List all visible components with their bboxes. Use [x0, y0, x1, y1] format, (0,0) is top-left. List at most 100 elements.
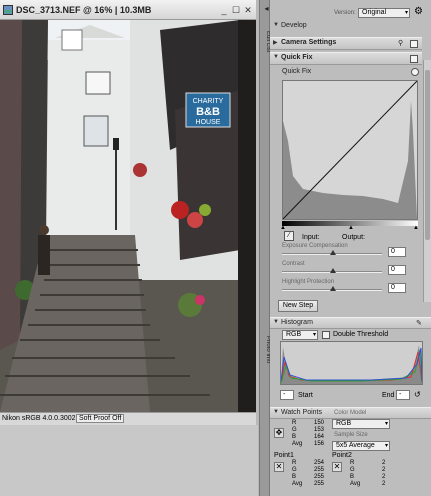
histogram-channel-value: RGB	[286, 331, 302, 338]
image-window-titlebar[interactable]: DSC_3713.NEF @ 16% | 10.3MB _ ☐ ✕	[0, 0, 256, 20]
exposure-knob[interactable]	[330, 250, 336, 255]
tone-curve-svg	[282, 80, 418, 220]
letter-b: B	[292, 474, 297, 480]
letter-r: R	[292, 420, 297, 426]
exposure-slider[interactable]	[282, 250, 382, 255]
quick-fix-label: Quick Fix	[281, 54, 313, 61]
sample-size-label: Sample Size	[334, 432, 368, 438]
settings-gear-icon[interactable]: ⚙	[414, 6, 423, 17]
workspace-background	[0, 425, 258, 496]
sign-line-1: CHARITY	[193, 98, 224, 105]
histogram-options-icon[interactable]: ✎	[416, 319, 422, 327]
p1-r-value: 254	[314, 460, 325, 466]
rgb-readout-letters: R G B Avg	[292, 420, 302, 448]
p1-g-value: 255	[314, 467, 325, 473]
camera-settings-header[interactable]: ▶ Camera Settings ⚲	[270, 37, 422, 50]
point1-label: Point1	[274, 452, 294, 459]
quick-fix-sub-label: Quick Fix	[282, 68, 312, 75]
histogram-label: Histogram	[281, 319, 313, 326]
version-dropdown[interactable]: Original ▾	[358, 8, 410, 18]
highlight-knob[interactable]	[330, 286, 336, 291]
highlight-slider[interactable]	[282, 286, 382, 291]
sample-size-dropdown[interactable]: 5x5 Average ▾	[332, 441, 390, 451]
histogram-end-field[interactable]: -	[396, 390, 410, 400]
p1-b-value: 255	[314, 474, 325, 480]
contrast-slider[interactable]	[282, 268, 382, 273]
p2-g-value: 2	[382, 467, 386, 473]
letter-r: R	[292, 460, 297, 466]
image-window-title: DSC_3713.NEF @ 16% | 10.3MB	[16, 5, 152, 15]
p2-b-value: 2	[382, 474, 386, 480]
rgb-g-value: 153	[314, 427, 325, 433]
exposure-field[interactable]: 0	[388, 247, 406, 257]
histogram-start-field[interactable]: -	[280, 390, 294, 400]
camera-settings-label: Camera Settings	[281, 39, 337, 46]
contrast-label: Contrast	[282, 261, 305, 267]
color-profile-text: Nikon sRGB 4.0.0.3002	[2, 415, 76, 422]
palette-tab-strip: ◂ Edit List Photo Info	[259, 0, 271, 496]
letter-g: G	[292, 427, 297, 433]
expand-triangle-icon: ▶	[273, 40, 278, 46]
develop-header[interactable]: ▼ Develop	[270, 21, 422, 32]
end-label: End	[382, 392, 395, 399]
sign-line-2: B&B	[196, 106, 220, 118]
rgb-b-value: 164	[314, 434, 325, 440]
watch-points-label: Watch Points	[281, 409, 322, 416]
exposure-label: Exposure Compensation	[282, 243, 348, 249]
point1-values: 254 255 255 255	[314, 460, 324, 488]
reset-icon[interactable]: ↺	[414, 390, 421, 399]
histogram-channel-dropdown[interactable]: RGB ▾	[282, 330, 318, 340]
contrast-knob[interactable]	[330, 268, 336, 273]
quick-fix-checkbox[interactable]	[410, 55, 418, 63]
output-label: Output:	[342, 234, 365, 241]
white-point-slider-icon[interactable]: ▲	[413, 225, 419, 231]
tone-curve-graph[interactable]	[282, 80, 418, 220]
histogram-header[interactable]: ▼ Histogram ✎	[270, 317, 431, 329]
develop-scrollbar[interactable]	[423, 60, 431, 302]
collapse-triangle-icon: ▼	[273, 319, 279, 325]
soft-proof-dropdown[interactable]: Soft Proof Off	[76, 414, 125, 423]
quick-fix-header[interactable]: ▼ Quick Fix	[270, 52, 422, 65]
collapse-triangle-icon: ▼	[273, 54, 279, 60]
point2-letters: R G B Avg	[350, 460, 360, 488]
input-label: Input:	[302, 234, 320, 241]
new-step-button[interactable]: New Step	[278, 300, 318, 312]
letter-g: G	[350, 467, 355, 473]
quick-fix-radio[interactable]	[411, 68, 419, 76]
close-button[interactable]: ✕	[243, 5, 253, 15]
letter-avg: Avg	[292, 441, 303, 447]
histogram-graph[interactable]	[280, 341, 423, 385]
camera-settings-checkbox[interactable]	[410, 40, 418, 48]
chevron-down-icon: ▾	[384, 443, 388, 449]
collapse-triangle-icon: ▼	[273, 22, 279, 28]
maximize-button[interactable]: ☐	[231, 5, 241, 15]
minimize-button[interactable]: _	[219, 5, 229, 15]
version-value: Original	[362, 9, 387, 16]
remove-point1-icon[interactable]: ✕	[274, 462, 284, 472]
collapse-triangle-icon: ▼	[273, 409, 279, 415]
contrast-field[interactable]: 0	[388, 265, 406, 275]
add-watch-point-icon[interactable]: ✥	[274, 428, 284, 438]
scroll-thumb[interactable]	[425, 70, 430, 240]
letter-b: B	[292, 434, 297, 440]
eyedropper-icon[interactable]: ⚲	[398, 39, 403, 47]
midpoint-slider-icon[interactable]: ▲	[348, 225, 354, 231]
color-model-dropdown[interactable]: RGB ▾	[332, 419, 390, 429]
start-label: Start	[298, 392, 313, 399]
chevron-down-icon: ▾	[384, 421, 388, 427]
rgb-avg-value: 156	[314, 441, 325, 447]
rgb-readout-values: 150 153 164 156	[314, 420, 324, 448]
rgb-r-value: 150	[314, 420, 325, 426]
photo-canvas[interactable]: CHARITY B&B HOUSE	[0, 20, 256, 412]
highlight-field[interactable]: 0	[388, 283, 406, 293]
letter-avg: Avg	[292, 481, 303, 487]
remove-point2-icon[interactable]: ✕	[332, 462, 342, 472]
point2-values: 2 2 2 2	[382, 460, 385, 488]
image-file-icon	[3, 5, 13, 15]
color-model-value: RGB	[336, 420, 352, 427]
letter-avg: Avg	[350, 481, 361, 487]
double-threshold-label: Double Threshold	[333, 331, 389, 338]
p2-r-value: 2	[382, 460, 386, 466]
curve-tool-button[interactable]: ⁄	[284, 231, 294, 241]
double-threshold-checkbox[interactable]	[322, 331, 330, 339]
